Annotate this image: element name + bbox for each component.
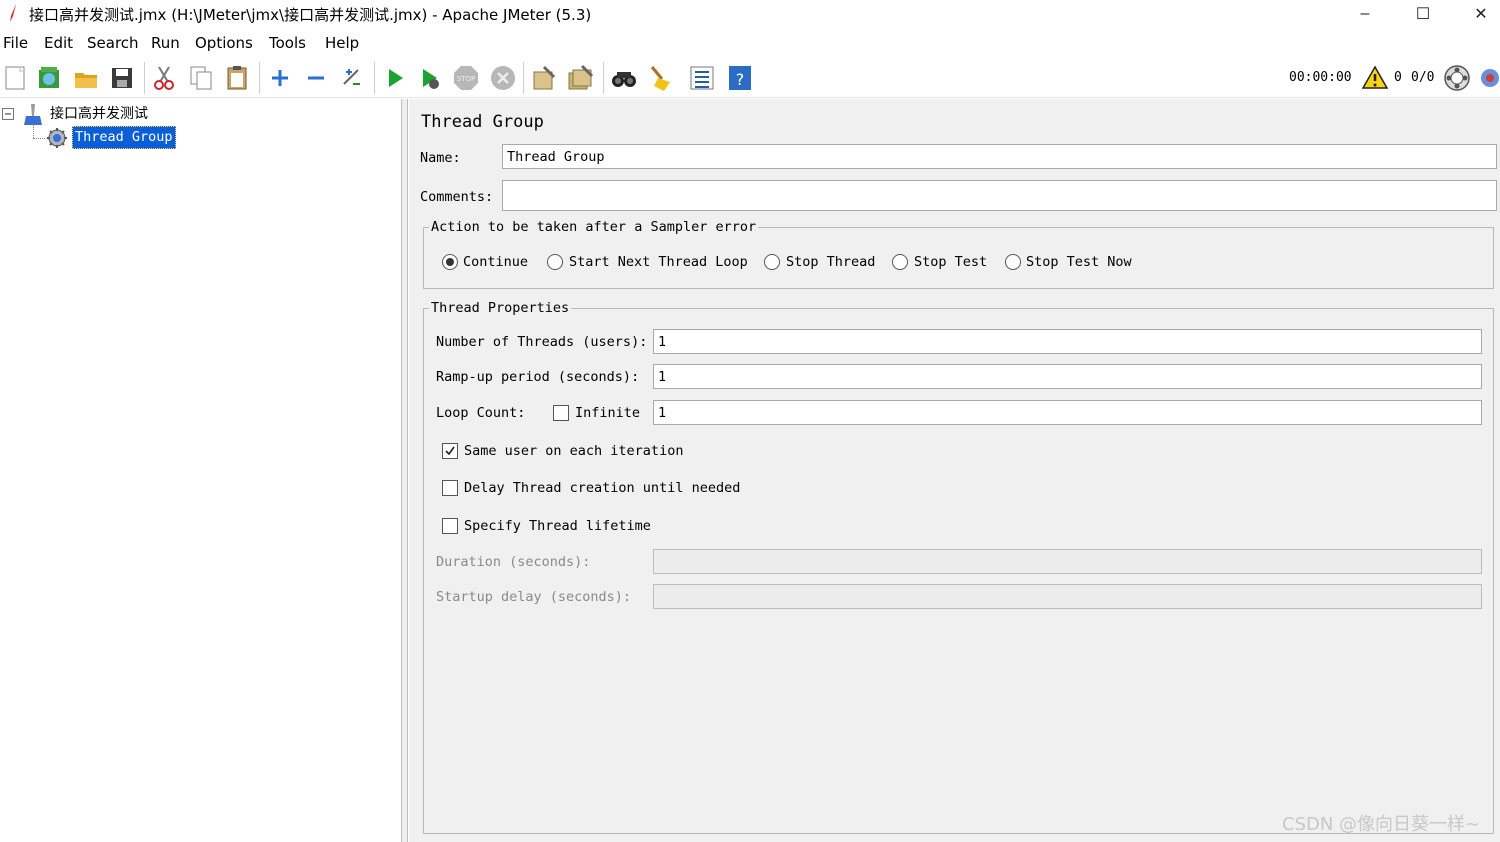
shutdown-icon[interactable] [489,64,517,92]
loop-count-label: Loop Count: [436,405,526,421]
tree-connector [33,138,45,139]
loop-count-field[interactable]: 1 [653,400,1482,425]
search-icon[interactable] [610,64,638,92]
delay-creation-label[interactable]: Delay Thread creation until needed [464,480,740,496]
jmeter-feather-icon [10,4,16,22]
stop-icon[interactable]: STOP [452,64,480,92]
sampler-error-legend: Action to be taken after a Sampler error [429,219,759,235]
continue-radio[interactable] [442,254,458,270]
stop-test-now-label[interactable]: Stop Test Now [1026,254,1132,270]
menu-search[interactable]: Search [87,34,139,52]
continue-label[interactable]: Continue [463,254,528,270]
comments-field[interactable] [502,180,1497,211]
test-plan-icon [24,104,42,125]
infinite-checkbox[interactable] [553,405,569,421]
svg-text:?: ? [736,70,745,89]
templates-icon[interactable] [35,64,63,92]
duration-field[interactable] [653,549,1482,574]
same-user-checkbox[interactable] [442,443,458,459]
toolbar-separator [603,62,604,94]
same-user-label[interactable]: Same user on each iteration [464,443,683,459]
menu-file[interactable]: File [3,34,28,52]
tree-root-label[interactable]: 接口高并发测试 [50,103,148,123]
panel-title: Thread Group [421,112,544,132]
open-icon[interactable] [72,64,100,92]
paste-icon[interactable] [223,64,251,92]
menu-edit[interactable]: Edit [44,34,73,52]
active-thread-count: 0/0 [1411,70,1435,85]
startup-delay-label: Startup delay (seconds): [436,589,632,605]
menu-tools[interactable]: Tools [269,34,306,52]
running-status-icon [1444,65,1470,91]
expand-icon[interactable] [266,64,294,92]
menu-help[interactable]: Help [325,34,359,52]
stop-test-now-radio[interactable] [1005,254,1021,270]
toggle-icon[interactable] [338,64,366,92]
toolbar: STOP ? 00:00:00 0 0/0 [0,58,1500,98]
infinite-label[interactable]: Infinite [575,405,640,421]
thread-group-gear-icon [47,128,67,148]
close-button[interactable]: ✕ [1458,0,1500,28]
cut-icon[interactable] [150,64,178,92]
start-no-pause-icon[interactable] [416,64,444,92]
pane-splitter[interactable] [402,99,408,842]
csdn-watermark: CSDN @像向日葵一样~ [1282,814,1481,835]
specify-lifetime-checkbox[interactable] [442,518,458,534]
comments-label: Comments: [420,189,494,205]
delay-creation-checkbox[interactable] [442,480,458,496]
thread-properties-legend: Thread Properties [429,300,572,316]
save-icon[interactable] [108,64,136,92]
clear-all-icon[interactable] [566,64,594,92]
help-icon[interactable]: ? [726,64,754,92]
stop-thread-radio[interactable] [764,254,780,270]
menu-run[interactable]: Run [151,34,180,52]
name-label: Name: [420,150,461,166]
clear-icon[interactable] [530,64,558,92]
name-field[interactable]: Thread Group [502,144,1497,169]
tree-connector [33,124,34,138]
reset-search-icon[interactable] [646,64,674,92]
threads-label: Number of Threads (users): [436,334,648,350]
checkmark-icon [445,446,455,456]
menu-bar: File Edit Search Run Options Tools Help [0,30,1500,56]
stop-test-label[interactable]: Stop Test [914,254,987,270]
duration-label: Duration (seconds): [436,554,591,570]
svg-text:STOP: STOP [457,75,475,83]
thread-group-panel: Thread Group Name: Thread Group Comments… [409,99,1500,842]
minimize-button[interactable]: – [1342,0,1388,28]
rampup-label: Ramp-up period (seconds): [436,369,640,385]
toolbar-separator [523,62,524,94]
function-helper-icon[interactable] [688,64,716,92]
warning-count: 0 [1394,70,1402,85]
specify-lifetime-label[interactable]: Specify Thread lifetime [464,518,651,534]
elapsed-timer: 00:00:00 [1289,70,1352,85]
new-icon[interactable] [2,64,30,92]
toolbar-separator [144,62,145,94]
test-plan-tree: 接口高并发测试 Thread Group [0,99,402,842]
window-title: 接口高并发测试.jmx (H:\JMeter\jmx\接口高并发测试.jmx) … [29,6,592,24]
startup-delay-field[interactable] [653,584,1482,609]
maximize-button[interactable]: ☐ [1400,0,1446,28]
toolbar-separator [259,62,260,94]
start-next-loop-label[interactable]: Start Next Thread Loop [569,254,748,270]
copy-icon[interactable] [187,64,215,92]
rampup-field[interactable]: 1 [653,364,1482,389]
start-icon[interactable] [381,64,409,92]
stop-test-radio[interactable] [892,254,908,270]
title-bar: 接口高并发测试.jmx (H:\JMeter\jmx\接口高并发测试.jmx) … [0,0,1500,28]
collapse-icon[interactable] [302,64,330,92]
stop-thread-label[interactable]: Stop Thread [786,254,875,270]
tree-node-thread-group[interactable]: Thread Group [72,126,176,149]
warning-icon[interactable] [1361,64,1389,92]
log-viewer-icon[interactable] [1480,64,1500,92]
menu-options[interactable]: Options [195,34,253,52]
threads-field[interactable]: 1 [653,329,1482,354]
collapse-node-icon[interactable] [2,108,14,120]
toolbar-separator [374,62,375,94]
start-next-loop-radio[interactable] [547,254,563,270]
